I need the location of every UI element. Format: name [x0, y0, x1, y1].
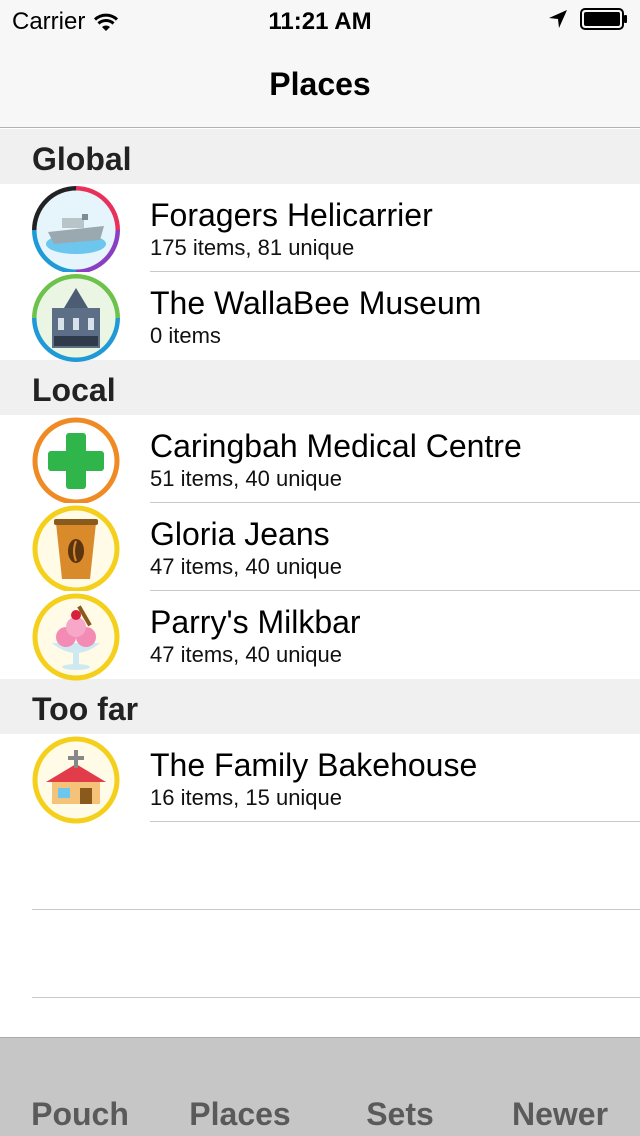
section-header-too-far: Too far	[0, 679, 640, 734]
row-separator	[32, 997, 640, 998]
helicarrier-icon	[32, 186, 120, 274]
status-time: 11:21 AM	[268, 8, 372, 35]
places-table[interactable]: Global Foragers Helicarrier 175 items, 8…	[0, 129, 640, 1037]
tab-sets[interactable]: Sets	[320, 1096, 480, 1133]
empty-row	[0, 822, 640, 910]
section-header-local: Local	[0, 360, 640, 415]
place-row-foragers-helicarrier[interactable]: Foragers Helicarrier 175 items, 81 uniqu…	[0, 184, 640, 274]
place-subtitle: 51 items, 40 unique	[150, 466, 343, 491]
place-row-family-bakehouse[interactable]: The Family Bakehouse 16 items, 15 unique	[0, 734, 640, 824]
tab-pouch[interactable]: Pouch	[0, 1096, 160, 1133]
place-title: The Family Bakehouse	[150, 747, 478, 783]
place-title: Parry's Milkbar	[150, 604, 361, 640]
navigation-bar: Places	[0, 40, 640, 128]
place-subtitle: 47 items, 40 unique	[150, 554, 343, 579]
tab-bar: Pouch Places Sets Newer	[0, 1037, 640, 1136]
section-header-global: Global	[0, 129, 640, 184]
tab-newer[interactable]: Newer	[480, 1096, 640, 1133]
status-right-icons	[548, 8, 628, 30]
place-subtitle: 16 items, 15 unique	[150, 785, 343, 810]
place-subtitle: 47 items, 40 unique	[150, 642, 343, 667]
bakehouse-icon	[32, 736, 120, 824]
ice-cream-sundae-icon	[32, 593, 120, 681]
place-row-parrys-milkbar[interactable]: Parry's Milkbar 47 items, 40 unique	[0, 591, 640, 681]
tab-places[interactable]: Places	[160, 1096, 320, 1133]
battery-icon	[580, 8, 628, 30]
medical-cross-icon	[32, 417, 120, 505]
place-row-wallabee-museum[interactable]: The WallaBee Museum 0 items	[0, 272, 640, 362]
place-title: Foragers Helicarrier	[150, 197, 433, 233]
coffee-cup-icon	[32, 505, 120, 593]
place-row-caringbah-medical-centre[interactable]: Caringbah Medical Centre 51 items, 40 un…	[0, 415, 640, 505]
location-arrow-icon	[548, 9, 568, 29]
place-title: Gloria Jeans	[150, 516, 330, 552]
place-subtitle: 175 items, 81 unique	[150, 235, 355, 260]
page-title: Places	[269, 66, 371, 102]
empty-row	[0, 910, 640, 998]
place-title: Caringbah Medical Centre	[150, 428, 522, 464]
place-row-gloria-jeans[interactable]: Gloria Jeans 47 items, 40 unique	[0, 503, 640, 593]
place-subtitle: 0 items	[150, 323, 221, 348]
status-bar: Carrier 11:21 AM	[0, 0, 640, 40]
place-title: The WallaBee Museum	[150, 285, 482, 321]
museum-icon	[32, 274, 120, 362]
